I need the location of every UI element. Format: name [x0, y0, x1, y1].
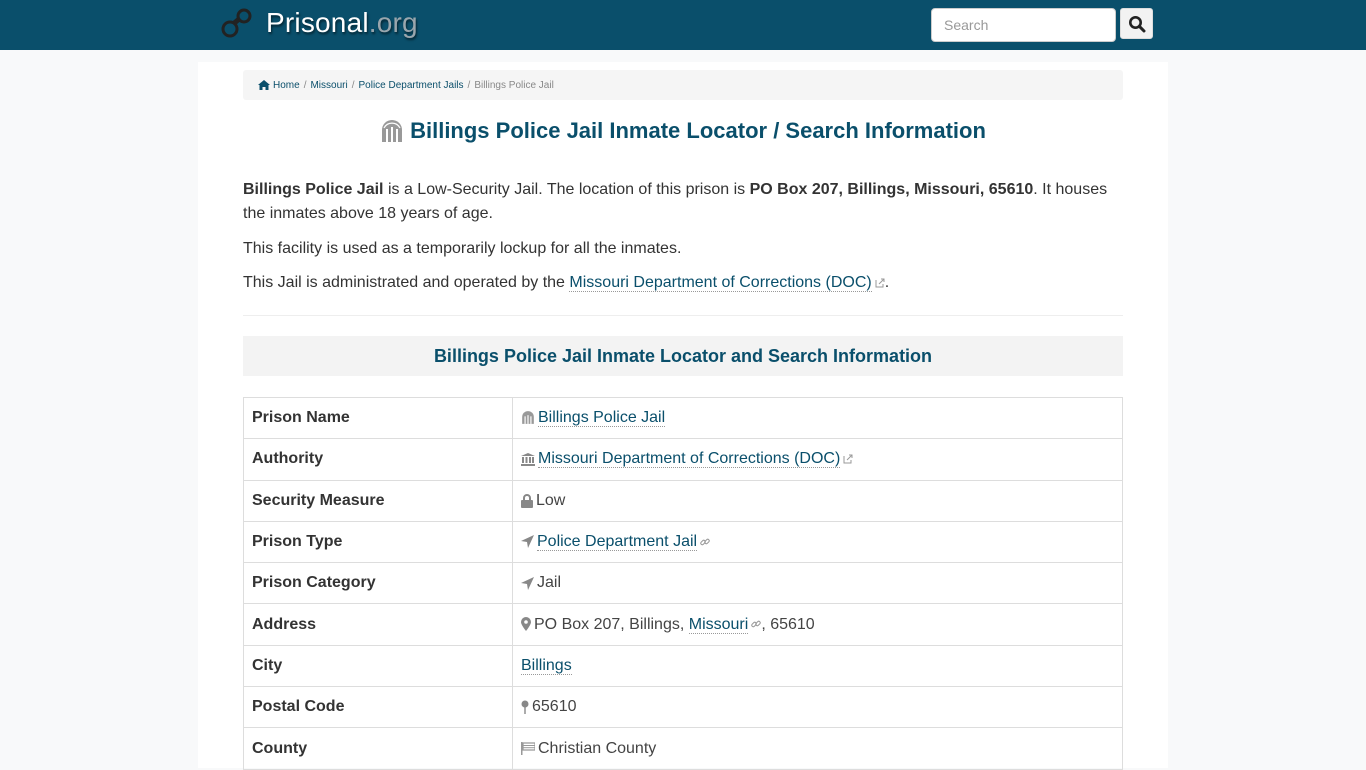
map-pin-icon: [521, 700, 529, 714]
prison-info-table: Prison Name Billings Police Jail Authori…: [243, 396, 1123, 770]
home-icon: [258, 80, 270, 90]
state-link[interactable]: Missouri: [688, 615, 749, 634]
table-row: Prison Name Billings Police Jail: [243, 396, 1123, 440]
search-icon: [1128, 15, 1145, 32]
breadcrumb-separator: /: [351, 79, 355, 91]
row-label: Authority: [243, 438, 513, 481]
doc-link[interactable]: Missouri Department of Corrections (DOC): [569, 274, 872, 292]
search-form: [931, 8, 1153, 42]
prison-type-link[interactable]: Police Department Jail: [537, 533, 698, 552]
authority-link[interactable]: Missouri Department of Corrections (DOC): [538, 450, 841, 469]
prison-gate-icon: [382, 120, 403, 142]
page-title-text: Billings Police Jail Inmate Locator / Se…: [410, 118, 986, 143]
city-link[interactable]: Billings: [521, 656, 572, 675]
search-input[interactable]: [931, 8, 1116, 42]
breadcrumb-police-department-jails[interactable]: Police Department Jails: [358, 80, 463, 91]
breadcrumb-separator: /: [467, 79, 471, 91]
row-label: Postal Code: [243, 686, 513, 729]
row-label: Prison Category: [243, 562, 513, 605]
search-button[interactable]: [1120, 8, 1153, 39]
row-value: Jail: [512, 562, 1123, 605]
row-label: Prison Type: [243, 520, 513, 564]
location-arrow-icon: [521, 576, 534, 590]
main-content: Home / Missouri / Police Department Jail…: [198, 62, 1168, 770]
row-label: Security Measure: [243, 479, 513, 522]
breadcrumb-current: Billings Police Jail: [474, 79, 554, 91]
table-row: Address PO Box 207, Billings, Missouri, …: [243, 603, 1123, 646]
row-value: PO Box 207, Billings, Missouri, 65610: [512, 603, 1123, 646]
table-row: Authority Missouri Department of Correct…: [243, 438, 1123, 481]
link-icon: [700, 538, 710, 546]
row-label: County: [243, 727, 513, 770]
breadcrumb-home[interactable]: Home: [273, 80, 300, 91]
lockup-paragraph: This facility is used as a temporarily l…: [243, 240, 682, 257]
prison-name-link[interactable]: Billings Police Jail: [538, 409, 666, 428]
row-value: Billings Police Jail: [512, 396, 1123, 440]
row-label: Prison Name: [243, 396, 513, 440]
row-value: Police Department Jail: [512, 520, 1123, 564]
lock-icon: [521, 493, 533, 508]
external-link-icon: [843, 454, 853, 464]
divider: [243, 315, 1123, 316]
table-row: Prison Type Police Department Jail: [243, 520, 1123, 564]
link-icon: [751, 621, 762, 628]
row-value: Billings: [512, 644, 1123, 688]
map-marker-icon: [521, 617, 531, 632]
row-value: 65610: [512, 686, 1123, 729]
row-value: Low: [512, 479, 1123, 522]
breadcrumb: Home / Missouri / Police Department Jail…: [243, 70, 1123, 100]
table-row: Prison Category Jail: [243, 562, 1123, 605]
table-row: Security Measure Low: [243, 479, 1123, 522]
prison-gate-icon: [522, 411, 534, 425]
table-row: City Billings: [243, 644, 1123, 688]
handcuffs-icon: [221, 8, 252, 38]
breadcrumb-separator: /: [303, 79, 307, 91]
location-arrow-icon: [521, 535, 534, 549]
top-navbar: Prisonal.org: [0, 0, 1366, 50]
institution-icon: [521, 452, 535, 466]
page-title: Billings Police Jail Inmate Locator / Se…: [243, 118, 1123, 144]
row-label: Address: [243, 603, 513, 646]
flag-icon: [521, 741, 535, 755]
prison-name-bold: Billings Police Jail: [243, 181, 384, 198]
row-value: Christian County: [512, 727, 1123, 770]
address-bold: PO Box 207, Billings, Missouri, 65610: [749, 181, 1034, 198]
section-heading: Billings Police Jail Inmate Locator and …: [243, 336, 1123, 376]
row-label: City: [243, 644, 513, 688]
row-value: Missouri Department of Corrections (DOC): [512, 438, 1123, 481]
external-link-icon: [875, 278, 885, 288]
site-logo-link[interactable]: Prisonal.org: [220, 6, 418, 40]
authority-paragraph: This Jail is administrated and operated …: [243, 274, 890, 292]
breadcrumb-missouri[interactable]: Missouri: [310, 80, 347, 91]
table-row: Postal Code 65610: [243, 686, 1123, 729]
intro-paragraph: Billings Police Jail is a Low-Security J…: [243, 181, 1108, 222]
table-row: County Christian County: [243, 727, 1123, 770]
brand-name: Prisonal.org: [266, 7, 418, 38]
